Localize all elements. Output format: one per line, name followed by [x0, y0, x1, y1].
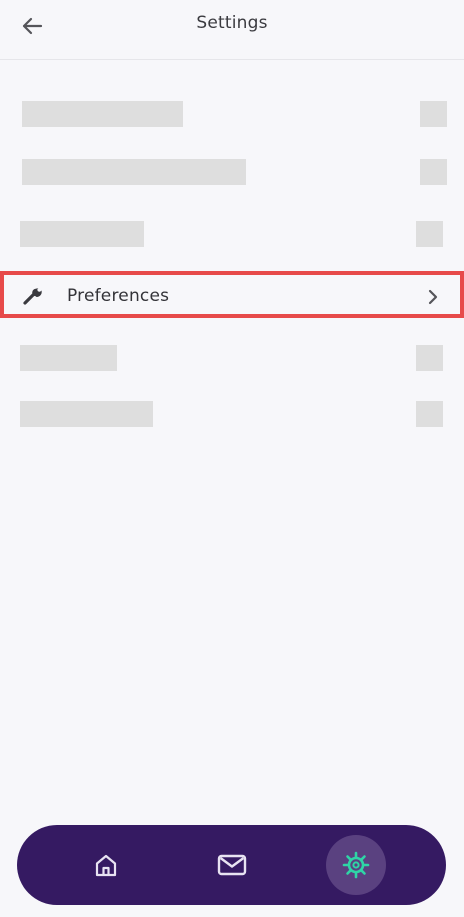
value-placeholder — [420, 159, 447, 185]
list-item-placeholder[interactable] — [0, 215, 464, 255]
list-item-placeholder[interactable] — [0, 339, 464, 379]
value-placeholder — [416, 345, 443, 371]
value-placeholder — [416, 401, 443, 427]
tab-settings[interactable] — [326, 835, 386, 895]
list-item-placeholder[interactable] — [0, 153, 464, 193]
tab-home[interactable] — [76, 835, 136, 895]
chevron-right-icon — [428, 289, 438, 305]
mail-icon — [217, 854, 247, 876]
label-placeholder — [22, 159, 246, 185]
label-placeholder — [22, 101, 183, 127]
header: Settings — [0, 0, 464, 60]
preferences-row[interactable]: Preferences — [0, 271, 464, 318]
gear-icon — [342, 851, 370, 879]
wrench-icon — [23, 288, 42, 305]
preferences-label: Preferences — [67, 286, 170, 306]
page-title: Settings — [196, 13, 268, 33]
label-placeholder — [20, 401, 153, 427]
list-item-placeholder[interactable] — [0, 95, 464, 135]
label-placeholder — [20, 221, 144, 247]
tab-messages[interactable] — [202, 835, 262, 895]
list-item-placeholder[interactable] — [0, 395, 464, 435]
value-placeholder — [416, 221, 443, 247]
home-icon — [95, 854, 117, 877]
bottom-tab-bar — [17, 825, 446, 905]
label-placeholder — [20, 345, 117, 371]
value-placeholder — [420, 101, 447, 127]
